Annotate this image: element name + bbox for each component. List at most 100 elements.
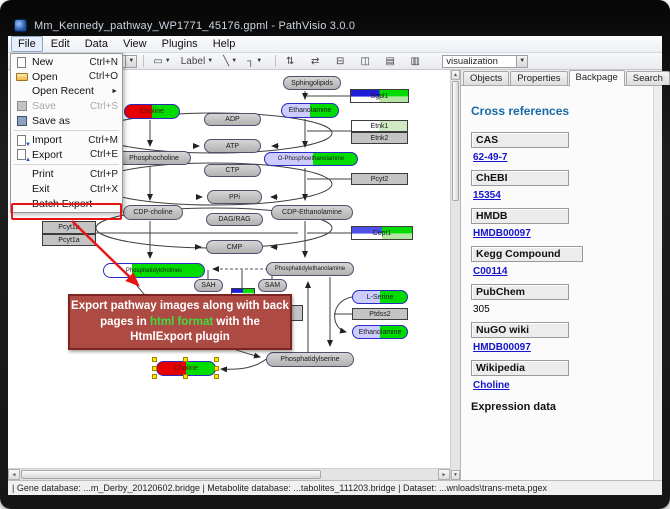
tab-properties[interactable]: Properties — [510, 71, 567, 85]
node-pcyt1a[interactable]: Pcyt1a — [42, 234, 96, 246]
file-menu-item-import[interactable]: ▼ImportCtrl+M — [11, 133, 122, 148]
node-etnk1[interactable]: Etnk1 — [351, 120, 408, 132]
node-pcyt1b[interactable]: Pcyt1b — [42, 221, 96, 234]
xref-link[interactable]: Choline — [473, 380, 662, 391]
node-atp[interactable]: ATP — [204, 139, 261, 153]
selection-handle[interactable] — [214, 366, 219, 371]
callout-line3: HtmlExport plugin — [130, 331, 230, 343]
xref-link[interactable]: HMDB00097 — [473, 228, 662, 239]
selection-handle[interactable] — [152, 366, 157, 371]
file-menu-item-export[interactable]: ▲ExportCtrl+E — [11, 148, 122, 163]
xref-header: Kegg Compound — [471, 246, 583, 262]
menu-data[interactable]: Data — [78, 36, 115, 52]
node-cept1[interactable]: Cept1 — [351, 226, 413, 240]
side-panel-tabs: ObjectsPropertiesBackpageSearchLegend — [461, 70, 662, 86]
horizontal-scrollbar[interactable]: ◄ ► — [8, 468, 450, 480]
node-o-phosphoethanolamine[interactable]: O-Phosphoethanolamine — [264, 152, 358, 166]
xref-link[interactable]: 15354 — [473, 190, 662, 201]
chevron-down-icon[interactable]: ▼ — [516, 56, 527, 67]
node-dag-rag[interactable]: DAG/RAG — [206, 213, 263, 226]
node-phosphocholine[interactable]: Phosphocholine — [117, 151, 191, 165]
menu-item-label: Open Recent — [32, 85, 105, 97]
menu-help[interactable]: Help — [206, 36, 243, 52]
xref-link[interactable]: C00114 — [473, 266, 662, 277]
xref-link[interactable]: 62-49-7 — [473, 152, 662, 163]
scroll-down-icon[interactable]: ▼ — [451, 470, 460, 480]
xref-header: PubChem — [471, 284, 569, 300]
save-icon — [14, 100, 29, 112]
node-pcyt2[interactable]: Pcyt2 — [351, 173, 408, 185]
file-menu-item-open-recent[interactable]: Open Recent► — [11, 84, 122, 99]
scrollbar-thumb[interactable] — [452, 81, 459, 201]
scroll-left-icon[interactable]: ◄ — [8, 469, 20, 480]
node-ctp[interactable]: CTP — [204, 164, 261, 177]
line-tool-icon[interactable]: ╲▼ — [220, 54, 240, 68]
file-menu-item-new[interactable]: NewCtrl+N — [11, 55, 122, 70]
scrollbar-thumb[interactable] — [21, 470, 321, 479]
visualization-combobox[interactable]: visualization ▼ — [442, 55, 528, 68]
selection-handle[interactable] — [183, 357, 188, 362]
file-menu-item-open[interactable]: OpenCtrl+O — [11, 70, 122, 85]
node-phosphatidylserine[interactable]: Phosphatidylserine — [266, 352, 354, 367]
selection-handle[interactable] — [152, 374, 157, 379]
align-horizontal-icon[interactable]: ⇄ — [307, 54, 323, 68]
menu-separator — [14, 164, 119, 165]
chevron-down-icon[interactable]: ▼ — [165, 58, 171, 64]
file-menu-item-save-as[interactable]: Save as — [11, 113, 122, 128]
align-vertical-icon[interactable]: ⇅ — [282, 54, 298, 68]
chevron-down-icon[interactable]: ▼ — [256, 58, 262, 64]
expression-data-heading: Expression data — [471, 401, 662, 413]
datanode-tool-icon[interactable]: ▭▼ — [150, 54, 173, 68]
distribute-horizontal-icon[interactable]: ◫ — [357, 54, 373, 68]
chevron-down-icon[interactable]: ▼ — [231, 58, 237, 64]
selection-handle[interactable] — [214, 374, 219, 379]
node-l-serine[interactable]: L-Serine — [352, 290, 408, 304]
new-document-icon — [14, 56, 29, 68]
node-adp[interactable]: ADP — [204, 113, 261, 126]
selection-handle[interactable] — [183, 374, 188, 379]
menu-edit[interactable]: Edit — [44, 36, 77, 52]
node-sam[interactable]: SAM — [258, 279, 287, 292]
panel-scrollbar[interactable] — [653, 86, 662, 480]
scroll-up-icon[interactable]: ▲ — [451, 70, 460, 80]
node-ethanolamine-top[interactable]: Ethanolamine — [281, 103, 339, 118]
tab-objects[interactable]: Objects — [463, 71, 509, 85]
file-menu-item-exit[interactable]: ExitCtrl+X — [11, 182, 122, 197]
chevron-down-icon[interactable]: ▼ — [207, 58, 213, 64]
node-ethanolamine-bottom[interactable]: Ethanolamine — [352, 325, 408, 339]
node-label: Cept1 — [373, 230, 392, 237]
node-sphingolipids[interactable]: Sphingolipids — [283, 76, 341, 90]
node-ptdss2[interactable]: Ptdss2 — [352, 308, 408, 320]
node-cdp-choline[interactable]: CDP-choline — [123, 205, 183, 220]
node-cmp[interactable]: CMP — [206, 240, 263, 254]
node-etnk2[interactable]: Etnk2 — [351, 132, 408, 144]
connector-tool-icon[interactable]: ┐▼ — [244, 54, 265, 68]
node-phosphatidylethanolamine[interactable]: Phosphatidylethanolamine — [266, 262, 354, 276]
xref-header: CAS — [471, 132, 569, 148]
stack-horizontal-icon[interactable]: ▥ — [407, 54, 423, 68]
menu-file[interactable]: File — [11, 36, 43, 52]
menu-plugins[interactable]: Plugins — [155, 36, 205, 52]
title-bar[interactable]: Mm_Kennedy_pathway_WP1771_45176.gpml - P… — [0, 0, 670, 36]
selection-handle[interactable] — [152, 357, 157, 362]
tab-search[interactable]: Search — [626, 71, 670, 85]
file-menu-item-print[interactable]: PrintCtrl+P — [11, 167, 122, 182]
node-ppi[interactable]: PPi — [207, 190, 262, 204]
stack-vertical-icon[interactable]: ▤ — [382, 54, 398, 68]
chevron-down-icon[interactable]: ▼ — [125, 56, 136, 67]
tab-backpage[interactable]: Backpage — [569, 70, 625, 86]
scroll-right-icon[interactable]: ► — [438, 469, 450, 480]
vertical-scrollbar[interactable]: ▲ ▼ — [450, 70, 460, 480]
selection-handle[interactable] — [214, 357, 219, 362]
xref-link[interactable]: HMDB00097 — [473, 342, 662, 353]
distribute-vertical-icon[interactable]: ⊟ — [332, 54, 348, 68]
node-choline-top[interactable]: Choline — [124, 104, 180, 119]
menu-view[interactable]: View — [116, 36, 154, 52]
callout-highlight: html format — [150, 316, 213, 328]
label-tool[interactable]: Label▼ — [178, 54, 216, 68]
node-sah[interactable]: SAH — [194, 279, 223, 292]
node-cdp-ethanolamine[interactable]: CDP-Ethanolamine — [271, 205, 353, 220]
node-phosphatidylcholines[interactable]: Phosphatidylcholines — [103, 263, 205, 278]
node-label: CDP-choline — [133, 209, 172, 216]
node-sgpl1[interactable]: Sgpl1 — [350, 89, 409, 103]
